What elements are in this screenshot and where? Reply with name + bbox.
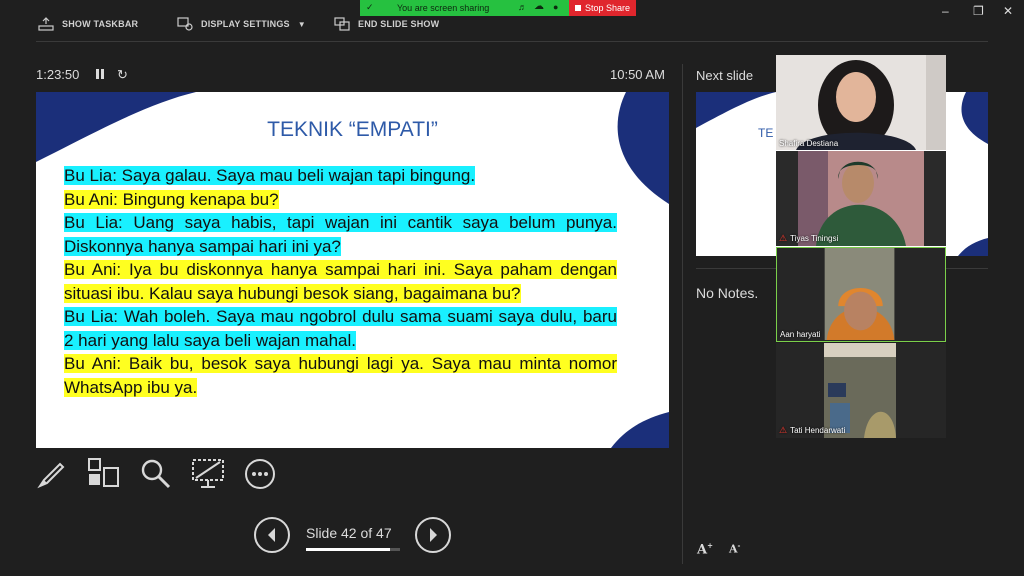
taskbar-icon <box>38 17 54 31</box>
pen-icon[interactable] <box>34 456 70 492</box>
participant-name: Aan haryati <box>780 330 821 339</box>
restart-timer-icon[interactable]: ↻ <box>117 67 128 83</box>
slide-progress-bar <box>306 548 400 551</box>
participant-name: ⚠ Tiyas Tiningsi <box>779 233 839 243</box>
participant-video <box>778 248 943 340</box>
next-slide-button[interactable] <box>415 517 451 553</box>
dialogue-text: Bu Lia: Saya galau. Saya mau beli wajan … <box>64 166 476 185</box>
display-settings-button[interactable]: DISPLAY SETTINGS ▼ <box>177 14 306 34</box>
cloud-icon: ☁ <box>534 1 544 12</box>
restore-icon[interactable]: ❐ <box>973 4 984 18</box>
end-slide-show-button[interactable]: END SLIDE SHOW <box>334 14 439 34</box>
chevron-right-icon <box>430 528 437 542</box>
slide-progress-fill <box>306 548 391 551</box>
show-taskbar-button[interactable]: SHOW TASKBAR <box>38 14 138 34</box>
stop-share-label: Stop Share <box>584 3 631 13</box>
video-tile[interactable]: ⚠ Tati Hendarwati <box>776 343 946 438</box>
share-shield-icon: ✓ <box>366 2 374 12</box>
decrease-font-icon[interactable]: A- <box>729 541 740 556</box>
participant-video <box>776 151 946 246</box>
dialogue-line: Bu Ani: Iya bu diskonnya hanya sampai ha… <box>64 258 617 305</box>
speaker-notes: No Notes. <box>696 285 759 301</box>
share-status-text: You are screen sharing <box>397 3 490 13</box>
participant-name: ⚠ Tati Hendarwati <box>779 425 846 435</box>
pane-divider[interactable] <box>682 64 683 564</box>
participant-name: Shafira Destiana <box>779 139 839 148</box>
display-settings-icon <box>177 17 193 31</box>
next-slide-title: TE <box>758 126 774 140</box>
previous-slide-button[interactable] <box>254 517 290 553</box>
end-show-icon <box>334 17 350 31</box>
stop-share-button[interactable]: Stop Share <box>569 0 636 16</box>
toolbar-divider <box>36 41 988 42</box>
dialogue-text: Bu Lia: Wah boleh. Saya mau ngobrol dulu… <box>64 307 617 350</box>
minimize-icon[interactable]: – <box>942 4 949 18</box>
display-settings-label: DISPLAY SETTINGS <box>201 19 290 29</box>
elapsed-timer: 1:23:50 <box>36 67 80 82</box>
current-time: 10:50 AM <box>610 67 665 82</box>
show-taskbar-label: SHOW TASKBAR <box>62 19 139 29</box>
see-all-slides-icon[interactable] <box>86 456 122 492</box>
video-tile[interactable]: Shafira Destiana <box>776 55 946 150</box>
chevron-down-icon: ▼ <box>297 19 306 29</box>
participant-video <box>776 343 946 438</box>
close-icon[interactable]: ✕ <box>1003 4 1013 18</box>
mic-muted-icon: ⚠ <box>779 233 788 243</box>
zoom-icon[interactable] <box>138 456 174 492</box>
dialogue-line: Bu Lia: Saya galau. Saya mau beli wajan … <box>64 164 617 188</box>
video-tile-active-speaker[interactable]: Aan haryati <box>776 247 946 342</box>
participant-video <box>776 55 946 150</box>
shield-icon: ● <box>553 2 559 12</box>
dialogue-text: Bu Ani: Bingung kenapa bu? <box>64 189 279 209</box>
slide-counter: Slide 42 of 47 <box>306 525 392 541</box>
more-options-icon[interactable] <box>242 456 278 492</box>
video-tile[interactable]: ⚠ Tiyas Tiningsi <box>776 151 946 246</box>
slide-body: Bu Lia: Saya galau. Saya mau beli wajan … <box>64 164 617 399</box>
dialogue-line: Bu Lia: Wah boleh. Saya mau ngobrol dulu… <box>64 305 617 352</box>
dialogue-text: Bu Lia: Uang saya habis, tapi wajan ini … <box>64 213 617 256</box>
current-slide[interactable]: TEKNIK “EMPATI” Bu Lia: Saya galau. Saya… <box>36 92 669 448</box>
dialogue-text: Bu Ani: Iya bu diskonnya hanya sampai ha… <box>64 260 617 303</box>
slide-title: TEKNIK “EMPATI” <box>267 118 438 141</box>
dialogue-text: Bu Ani: Baik bu, besok saya hubungi lagi… <box>64 354 617 397</box>
next-slide-label: Next slide <box>696 68 754 83</box>
audio-icon: ♬ <box>518 2 527 12</box>
stop-icon <box>574 5 581 11</box>
chevron-left-icon <box>268 528 275 542</box>
dialogue-line: Bu Ani: Bingung kenapa bu? <box>64 188 617 212</box>
increase-font-icon[interactable]: A+ <box>697 541 713 557</box>
black-screen-icon[interactable] <box>190 456 226 492</box>
dialogue-line: Bu Ani: Baik bu, besok saya hubungi lagi… <box>64 352 617 399</box>
end-slide-show-label: END SLIDE SHOW <box>358 19 440 29</box>
pause-icon[interactable] <box>96 69 104 79</box>
mic-muted-icon: ⚠ <box>779 425 788 435</box>
dialogue-line: Bu Lia: Uang saya habis, tapi wajan ini … <box>64 211 617 258</box>
screen-share-banner: ✓ You are screen sharing ♬ ☁ ● <box>360 0 569 16</box>
